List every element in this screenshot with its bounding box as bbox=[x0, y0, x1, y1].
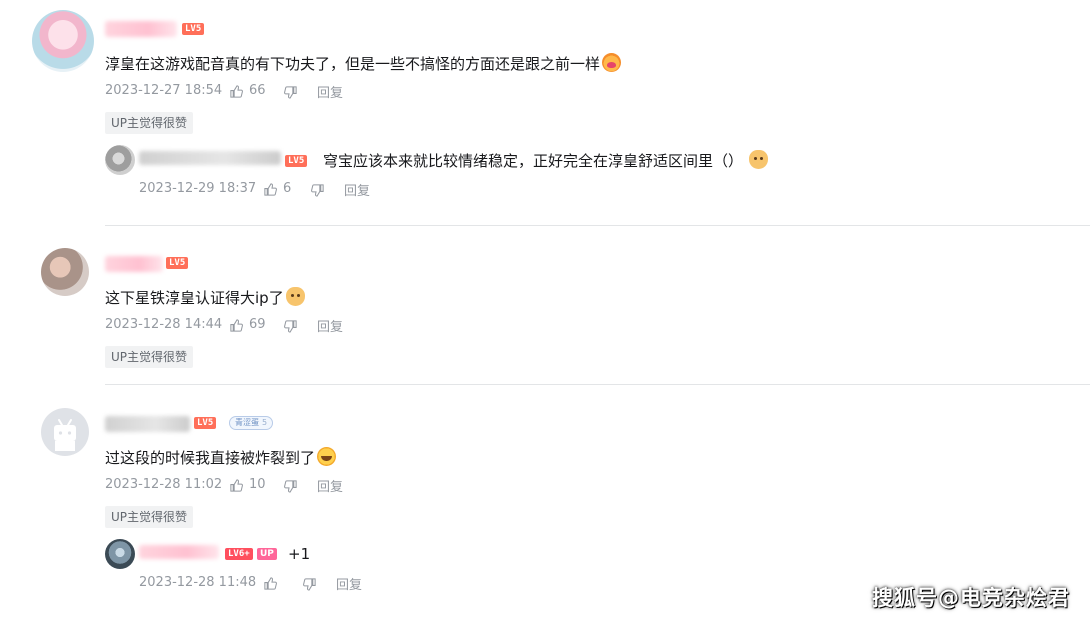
thumb-up-icon[interactable] bbox=[229, 84, 244, 99]
fan-medal-level: 5 bbox=[262, 418, 268, 427]
comment-content: 淳皇在这游戏配音真的有下功夫了，但是一些不搞怪的方面还是跟之前一样 bbox=[105, 53, 622, 74]
reply-text: 穹宝应该本来就比较情绪稳定，正好完全在淳皇舒适区间里（） bbox=[323, 152, 744, 170]
reply-content: +1 bbox=[288, 544, 310, 564]
thumb-up-icon[interactable] bbox=[263, 182, 278, 197]
reply-avatar[interactable] bbox=[105, 539, 135, 569]
avatar[interactable] bbox=[41, 408, 89, 456]
level-badge: LV5 bbox=[166, 257, 189, 269]
thumb-up-icon[interactable] bbox=[263, 576, 278, 591]
comment-content: 这下星铁淳皇认证得大ip了 bbox=[105, 287, 305, 308]
thumb-down-icon[interactable] bbox=[302, 577, 317, 592]
reply-time: 2023-12-28 11:48 bbox=[139, 575, 257, 590]
thumb-up-icon[interactable] bbox=[229, 318, 244, 333]
comment-divider bbox=[105, 225, 1090, 226]
doge-emoji-icon bbox=[285, 287, 305, 306]
reply-button[interactable]: 回复 bbox=[317, 82, 343, 101]
like-count: 69 bbox=[249, 317, 266, 332]
up-liked-tag: UP主觉得很赞 bbox=[105, 112, 194, 134]
comment-time: 2023-12-27 18:54 bbox=[105, 83, 223, 98]
reply-username[interactable] bbox=[139, 545, 219, 559]
reply-time: 2023-12-29 18:37 bbox=[139, 181, 257, 196]
heart-eyes-emoji-icon bbox=[602, 53, 622, 72]
reply-button[interactable]: 回复 bbox=[344, 180, 370, 199]
laugh-cry-emoji-icon bbox=[317, 447, 337, 466]
reply-like-count: 6 bbox=[283, 181, 292, 196]
watermark: 搜狐号@电竞杂烩君 bbox=[872, 586, 1070, 610]
level-badge: LV5 bbox=[182, 23, 205, 35]
reply-button[interactable]: 回复 bbox=[317, 316, 343, 335]
up-liked-tag: UP主觉得很赞 bbox=[105, 346, 194, 368]
like-count: 10 bbox=[249, 477, 266, 492]
thumb-down-icon[interactable] bbox=[283, 85, 298, 100]
reply-username[interactable] bbox=[139, 151, 281, 165]
avatar[interactable] bbox=[41, 248, 89, 296]
username[interactable] bbox=[105, 21, 177, 37]
thumb-up-icon[interactable] bbox=[229, 478, 244, 493]
reply-button[interactable]: 回复 bbox=[336, 574, 362, 593]
comment-divider bbox=[105, 384, 1090, 385]
thumb-down-icon[interactable] bbox=[310, 183, 325, 198]
doge-emoji-icon bbox=[749, 150, 769, 169]
thumb-down-icon[interactable] bbox=[283, 319, 298, 334]
reply-avatar[interactable] bbox=[105, 145, 135, 175]
like-count: 66 bbox=[249, 83, 266, 98]
default-avatar-tv-icon bbox=[54, 419, 76, 451]
username[interactable] bbox=[105, 416, 190, 432]
username[interactable] bbox=[105, 256, 163, 272]
level-badge: LV5 bbox=[194, 417, 217, 429]
comment-time: 2023-12-28 11:02 bbox=[105, 477, 223, 492]
reply-level-badge: LV6+ bbox=[225, 548, 253, 560]
reply-content: 穹宝应该本来就比较情绪稳定，正好完全在淳皇舒适区间里（） bbox=[323, 150, 769, 171]
comment-meta: 2023-12-27 18:54 bbox=[105, 82, 222, 100]
comment-text: 这下星铁淳皇认证得大ip了 bbox=[105, 289, 284, 307]
comment-text: 过这段的时候我直接被炸裂到了 bbox=[105, 449, 316, 467]
comment-time: 2023-12-28 14:44 bbox=[105, 317, 223, 332]
reply-text: +1 bbox=[288, 545, 311, 563]
comment-text: 淳皇在这游戏配音真的有下功夫了，但是一些不搞怪的方面还是跟之前一样 bbox=[105, 55, 601, 73]
fan-medal-name: 青涩蛋 bbox=[235, 418, 259, 427]
comment-content: 过这段的时候我直接被炸裂到了 bbox=[105, 447, 337, 468]
reply-level-badge: LV5 bbox=[285, 155, 308, 167]
fan-medal-badge[interactable]: 青涩蛋 5 bbox=[229, 416, 274, 430]
reply-button[interactable]: 回复 bbox=[317, 476, 343, 495]
up-liked-tag: UP主觉得很赞 bbox=[105, 506, 194, 528]
avatar[interactable] bbox=[32, 10, 94, 72]
up-badge: UP bbox=[257, 548, 277, 560]
thumb-down-icon[interactable] bbox=[283, 479, 298, 494]
